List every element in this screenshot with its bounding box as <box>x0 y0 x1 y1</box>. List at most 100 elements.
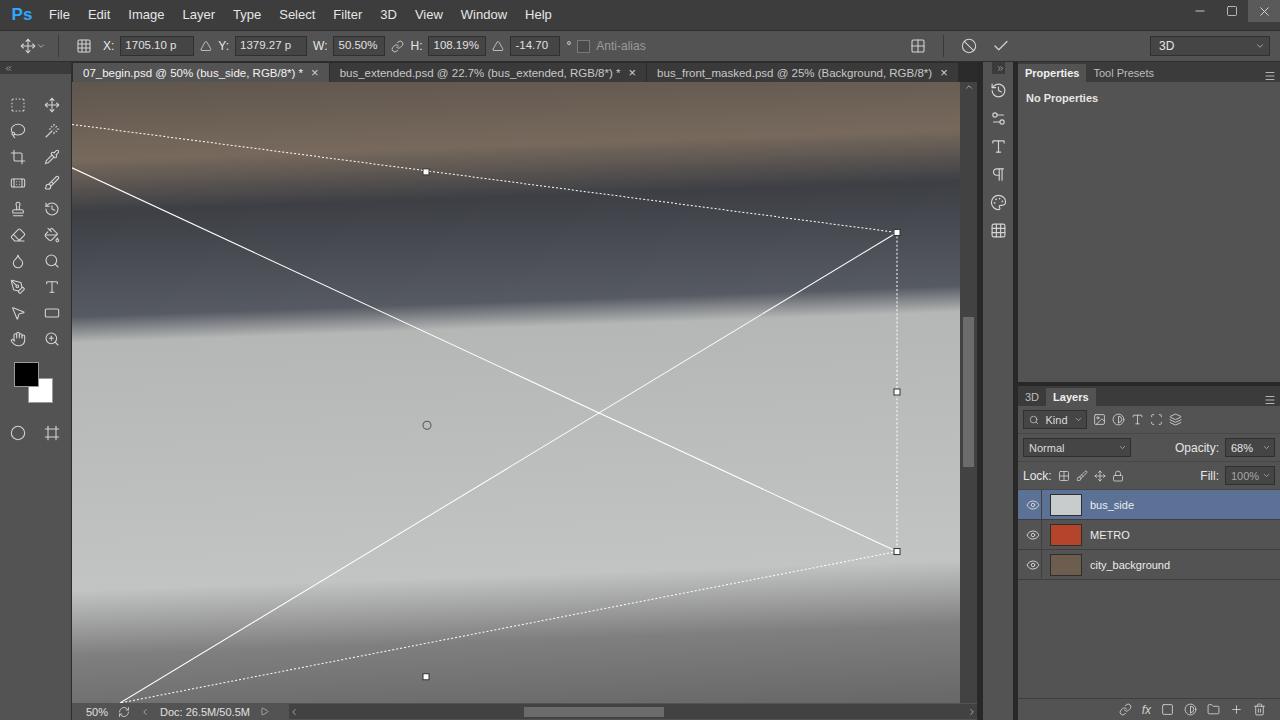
menu-item[interactable]: 3D <box>371 0 406 30</box>
tool-button[interactable] <box>39 222 65 248</box>
dropdown-icon[interactable] <box>36 41 46 51</box>
smart-object-filter-icon[interactable] <box>1169 413 1182 426</box>
adjustment-filter-icon[interactable] <box>1112 413 1125 426</box>
eye-icon[interactable] <box>1026 498 1040 512</box>
menu-item[interactable]: Window <box>452 0 516 30</box>
visibility-toggle[interactable] <box>1024 520 1042 549</box>
tool-button[interactable] <box>5 144 31 170</box>
foreground-color[interactable] <box>14 362 39 387</box>
lock-transparency-icon[interactable] <box>1058 470 1070 482</box>
menu-item[interactable]: File <box>40 0 79 30</box>
menu-item[interactable]: Select <box>270 0 324 30</box>
quick-selection-icon[interactable] <box>44 123 60 139</box>
reference-point-button[interactable] <box>71 34 97 58</box>
hand-icon[interactable] <box>10 331 26 347</box>
maximize-icon[interactable] <box>1226 5 1238 17</box>
status-menu-icon[interactable] <box>260 707 269 716</box>
vertical-scrollbar[interactable] <box>960 82 977 703</box>
rectangle-icon[interactable] <box>44 305 60 321</box>
type-filter-icon[interactable] <box>1131 413 1144 426</box>
share-icon[interactable] <box>118 706 130 718</box>
reference-point-icon[interactable] <box>76 38 92 54</box>
cancel-button[interactable] <box>956 34 982 58</box>
workspace-select[interactable]: 3D <box>1150 36 1270 56</box>
tool-button[interactable] <box>39 92 65 118</box>
horizontal-scrollbar[interactable] <box>289 704 977 719</box>
blend-mode-select[interactable]: Normal <box>1023 438 1131 457</box>
tool-button[interactable] <box>39 170 65 196</box>
add-mask-icon[interactable] <box>1161 703 1174 716</box>
new-group-icon[interactable] <box>1207 703 1220 716</box>
angle-field[interactable]: -14.70 <box>510 36 560 56</box>
clone-stamp-icon[interactable] <box>10 201 26 217</box>
brush-icon[interactable] <box>44 175 60 191</box>
tab-close-button[interactable]: × <box>311 65 319 80</box>
grid-panel-icon[interactable] <box>990 222 1007 239</box>
dropdown-icon[interactable] <box>1262 471 1271 480</box>
commit-icon[interactable] <box>992 37 1010 55</box>
lasso-icon[interactable] <box>10 123 26 139</box>
close-icon[interactable] <box>1257 4 1272 19</box>
commit-button[interactable] <box>988 34 1014 58</box>
link-layers-icon[interactable] <box>1119 703 1132 716</box>
tool-button[interactable] <box>39 144 65 170</box>
history-panel-icon[interactable] <box>990 82 1007 99</box>
maximize-button[interactable] <box>1216 0 1248 22</box>
dock-button[interactable] <box>985 218 1011 242</box>
tool-button[interactable] <box>5 196 31 222</box>
tab-close-button[interactable]: × <box>940 65 948 80</box>
dock-button[interactable] <box>985 78 1011 102</box>
zoom-level[interactable]: 50% <box>86 706 108 718</box>
tool-button[interactable] <box>5 326 31 352</box>
angle-icon[interactable] <box>492 40 504 52</box>
screen-mode-button[interactable] <box>39 420 65 446</box>
expand-icon[interactable] <box>996 64 1005 73</box>
menu-item[interactable]: Type <box>224 0 270 30</box>
tool-button[interactable] <box>39 274 65 300</box>
tool-button[interactable] <box>39 196 65 222</box>
tool-button[interactable] <box>5 170 31 196</box>
move-icon[interactable] <box>20 38 36 54</box>
pixel-filter-icon[interactable] <box>1093 413 1106 426</box>
tool-button[interactable] <box>5 92 31 118</box>
document-tab[interactable]: bus_extended.psd @ 22.7% (bus_extended, … <box>330 63 646 82</box>
opacity-field[interactable]: 68% <box>1225 438 1275 457</box>
canvas-image[interactable] <box>72 82 960 703</box>
quick-mask-icon[interactable] <box>10 425 26 441</box>
warp-button[interactable] <box>905 34 931 58</box>
shape-filter-icon[interactable] <box>1150 413 1163 426</box>
dock-button[interactable] <box>985 190 1011 214</box>
panel-tab[interactable]: 3D <box>1018 388 1046 406</box>
dropdown-icon[interactable] <box>1074 415 1083 424</box>
x-field[interactable]: 1705.10 p <box>120 36 194 56</box>
dock-button[interactable] <box>985 134 1011 158</box>
blur-icon[interactable] <box>10 253 26 269</box>
w-field[interactable]: 50.50% <box>333 36 385 56</box>
move-icon[interactable] <box>44 97 60 113</box>
eye-icon[interactable] <box>1026 558 1040 572</box>
eye-icon[interactable] <box>1026 528 1040 542</box>
panel-menu-icon[interactable] <box>1264 394 1276 406</box>
relative-position-icon[interactable] <box>200 40 212 52</box>
dock-button[interactable] <box>985 106 1011 130</box>
dock-button[interactable] <box>985 162 1011 186</box>
brush-panel-icon[interactable] <box>990 110 1007 127</box>
y-field[interactable]: 1379.27 p <box>235 36 307 56</box>
healing-brush-icon[interactable] <box>10 175 26 191</box>
tab-close-button[interactable]: × <box>629 65 637 80</box>
dropdown-icon[interactable] <box>1262 443 1271 452</box>
paragraph-panel-icon[interactable] <box>990 166 1007 183</box>
tool-button[interactable] <box>5 248 31 274</box>
lock-pixels-icon[interactable] <box>1076 470 1088 482</box>
scroll-left-icon[interactable] <box>289 707 299 717</box>
new-layer-icon[interactable] <box>1230 703 1243 716</box>
transform-box[interactable] <box>72 82 960 703</box>
layer-row[interactable]: METRO <box>1018 520 1280 550</box>
panel-tab[interactable]: Layers <box>1046 388 1095 406</box>
layer-style-button[interactable]: fx <box>1142 703 1151 717</box>
layer-row[interactable]: bus_side <box>1018 490 1280 520</box>
menu-item[interactable]: View <box>406 0 452 30</box>
pen-icon[interactable] <box>10 279 26 295</box>
document-tab[interactable]: bus_front_masked.psd @ 25% (Background, … <box>647 63 958 82</box>
menu-item[interactable]: Filter <box>324 0 371 30</box>
